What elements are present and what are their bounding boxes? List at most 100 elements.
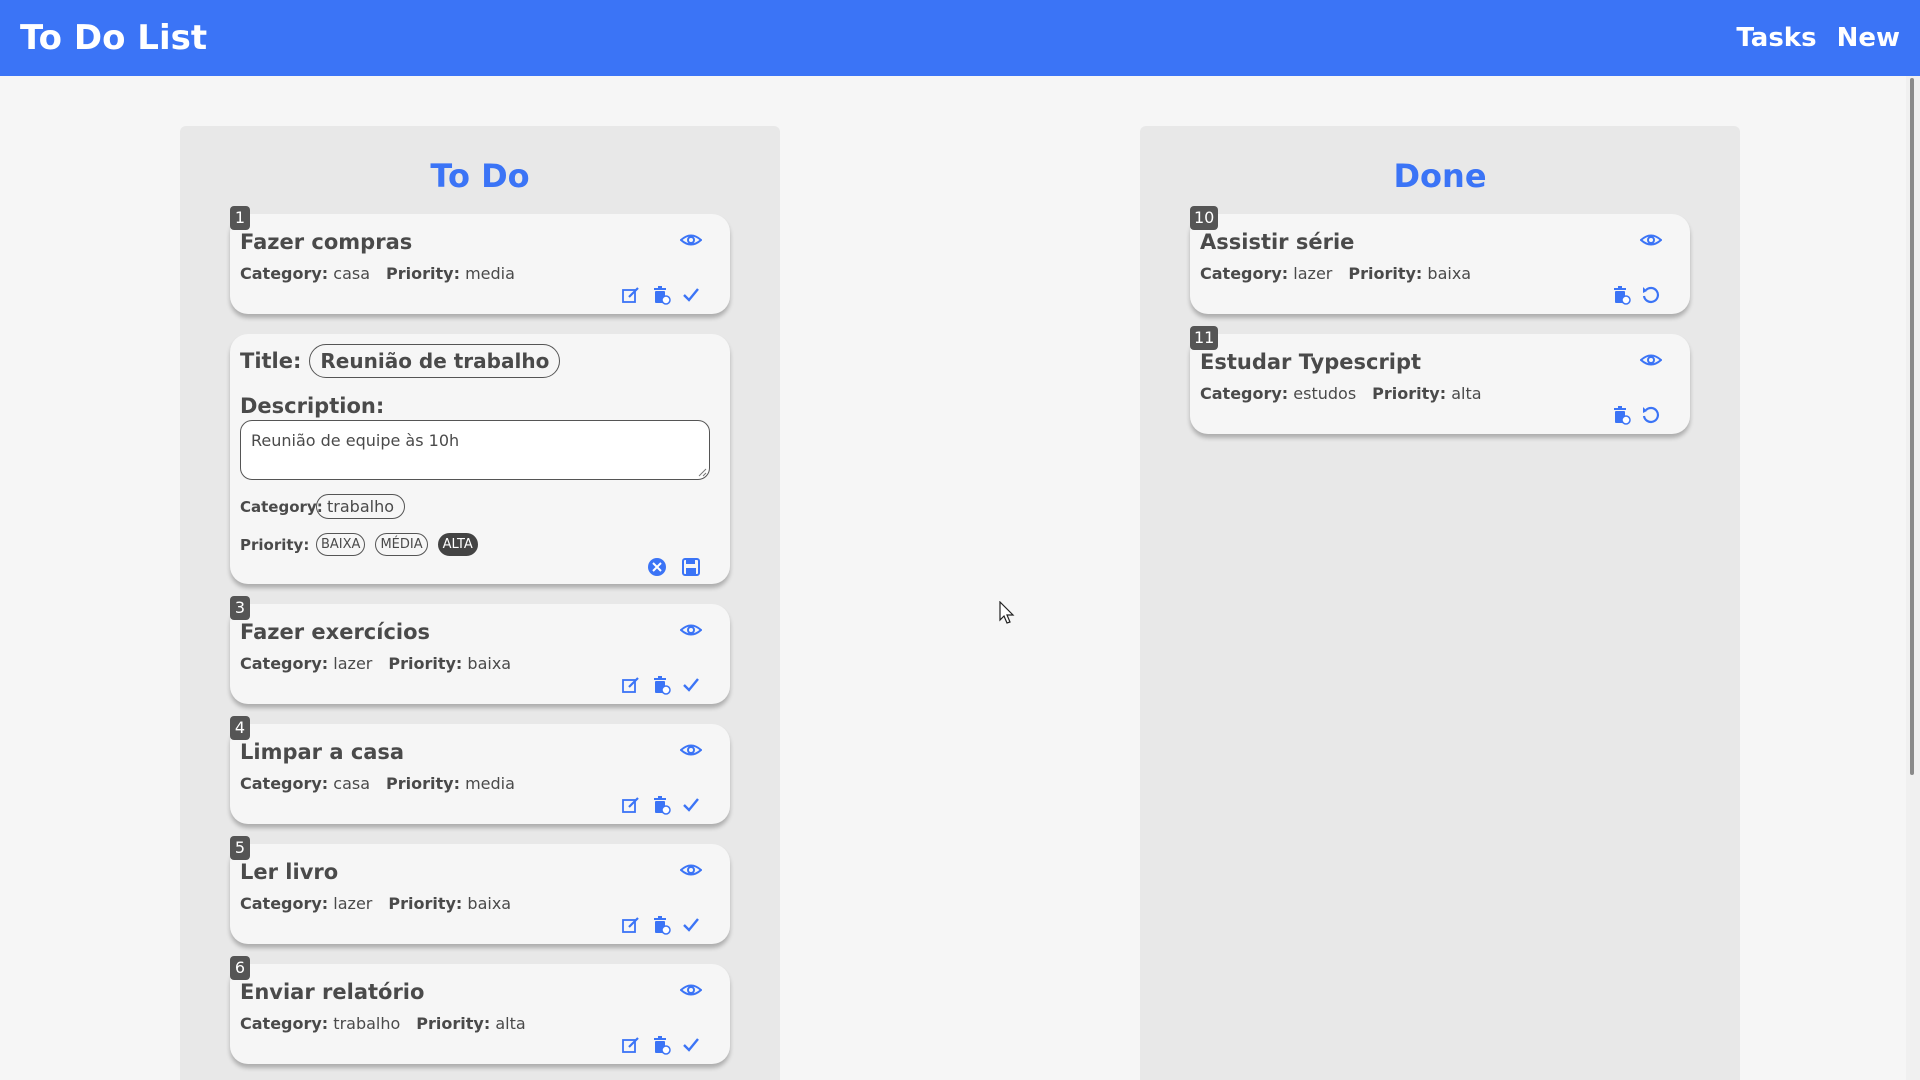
trash-icon[interactable] (650, 914, 672, 936)
todo-column: To Do 1 Fazer compras Category: casa Prio… (180, 126, 780, 1080)
description-textarea[interactable]: Reunião de equipe às 10h (240, 420, 710, 480)
category-label: Category: (1200, 384, 1289, 403)
task-meta: Category: estudos Priority: alta (1200, 384, 1680, 403)
task-meta: Category: lazer Priority: baixa (240, 894, 720, 913)
eye-icon[interactable] (680, 980, 702, 1000)
category-label: Category: (1200, 264, 1289, 283)
scrollbar-thumb[interactable] (1910, 78, 1914, 775)
category-label: Category: (240, 1014, 329, 1033)
task-title: Enviar relatório (240, 980, 425, 1004)
task-id-badge: 10 (1190, 206, 1219, 230)
check-icon[interactable] (680, 674, 702, 696)
trash-icon[interactable] (650, 1034, 672, 1056)
category-label: Category: (240, 654, 329, 673)
undo-icon[interactable] (1640, 404, 1662, 426)
undo-icon[interactable] (1640, 284, 1662, 306)
check-icon[interactable] (680, 914, 702, 936)
category-label: Category: (240, 497, 323, 516)
task-category: casa (333, 264, 371, 283)
page-scrollbar[interactable] (1906, 76, 1920, 1080)
trash-icon[interactable] (650, 284, 672, 306)
done-heading: Done (1393, 157, 1487, 195)
task-title: Fazer exercícios (240, 620, 431, 644)
task-category: lazer (1293, 264, 1333, 283)
check-icon[interactable] (680, 794, 702, 816)
task-card: 3 Fazer exercícios Category: lazer Priori… (230, 596, 730, 704)
task-title: Ler livro (240, 860, 339, 884)
title-label: Title: (240, 349, 302, 373)
description-text: Reunião de equipe às 10h (251, 431, 460, 450)
task-id-badge: 1 (230, 206, 250, 230)
task-title: Fazer compras (240, 230, 413, 254)
edit-icon[interactable] (620, 674, 642, 696)
task-category: trabalho (333, 1014, 401, 1033)
priority-label: Priority: (1348, 264, 1423, 283)
task-category: estudos (1293, 384, 1357, 403)
eye-icon[interactable] (680, 230, 702, 250)
app-title: To Do List (20, 18, 208, 58)
todo-heading: To Do (430, 157, 530, 195)
task-card: 1 Fazer compras Category: casa Priority: … (230, 206, 730, 314)
task-title: Assistir série (1200, 230, 1355, 254)
task-category: casa (333, 774, 371, 793)
priority-label: Priority: (386, 264, 460, 283)
category-label: Category: (240, 894, 329, 913)
task-title: Estudar Typescript (1200, 350, 1422, 374)
title-input[interactable]: Reunião de trabalho (309, 344, 561, 378)
edit-icon[interactable] (620, 284, 642, 306)
task-priority: media (465, 774, 515, 793)
priority-label: Priority: (1372, 384, 1447, 403)
eye-icon[interactable] (680, 620, 702, 640)
task-meta: Category: lazer Priority: baixa (240, 654, 720, 673)
cancel-icon[interactable] (646, 556, 668, 578)
task-meta: Category: casa Priority: media (240, 264, 720, 283)
task-edit-form: Title: Reunião de trabalho Description: … (230, 334, 730, 584)
resize-handle-icon[interactable] (697, 467, 707, 477)
check-icon[interactable] (680, 284, 702, 306)
priority-label: Priority: (388, 654, 463, 673)
task-card: 4 Limpar a casa Category: casa Priority: … (230, 716, 730, 824)
mouse-cursor-icon (999, 601, 1015, 624)
eye-icon[interactable] (680, 860, 702, 880)
task-priority: media (465, 264, 515, 283)
task-meta: Category: lazer Priority: baixa (1200, 264, 1680, 283)
task-id-badge: 11 (1190, 326, 1219, 350)
task-card: 6 Enviar relatório Category: trabalho Pri… (230, 956, 730, 1064)
priority-option-media[interactable]: MÉDIA (375, 533, 428, 556)
category-label: Category: (240, 774, 329, 793)
description-label: Description: (240, 394, 385, 418)
category-select[interactable]: trabalho (316, 494, 405, 519)
edit-icon[interactable] (620, 794, 642, 816)
trash-icon[interactable] (650, 674, 672, 696)
eye-icon[interactable] (1640, 350, 1662, 370)
task-id-badge: 5 (230, 836, 250, 860)
task-priority: baixa (1427, 264, 1472, 283)
task-title: Limpar a casa (240, 740, 405, 764)
priority-option-alta[interactable]: ALTA (437, 533, 478, 556)
task-card: 5 Ler livro Category: lazer Priority: bai… (230, 836, 730, 944)
edit-icon[interactable] (620, 914, 642, 936)
task-meta: Category: trabalho Priority: alta (240, 1014, 720, 1033)
check-icon[interactable] (680, 1034, 702, 1056)
priority-label: Priority: (388, 894, 463, 913)
task-id-badge: 6 (230, 956, 250, 980)
nav-new-link[interactable]: New (1837, 23, 1900, 53)
eye-icon[interactable] (1640, 230, 1662, 250)
task-id-badge: 4 (230, 716, 250, 740)
trash-icon[interactable] (650, 794, 672, 816)
task-priority: baixa (467, 654, 512, 673)
eye-icon[interactable] (680, 740, 702, 760)
nav-tasks-link[interactable]: Tasks (1736, 23, 1816, 53)
trash-icon[interactable] (1610, 404, 1632, 426)
task-priority: baixa (467, 894, 512, 913)
done-column: Done 10 Assistir série Category: lazer Pr… (1140, 126, 1740, 1080)
priority-label: Priority: (416, 1014, 491, 1033)
priority-option-baixa[interactable]: BAIXA (316, 533, 366, 556)
edit-icon[interactable] (620, 1034, 642, 1056)
save-icon[interactable] (680, 556, 702, 578)
trash-icon[interactable] (1610, 284, 1632, 306)
task-meta: Category: casa Priority: media (240, 774, 720, 793)
priority-label: Priority: (386, 774, 460, 793)
priority-label: Priority: (240, 535, 310, 554)
category-label: Category: (240, 264, 329, 283)
